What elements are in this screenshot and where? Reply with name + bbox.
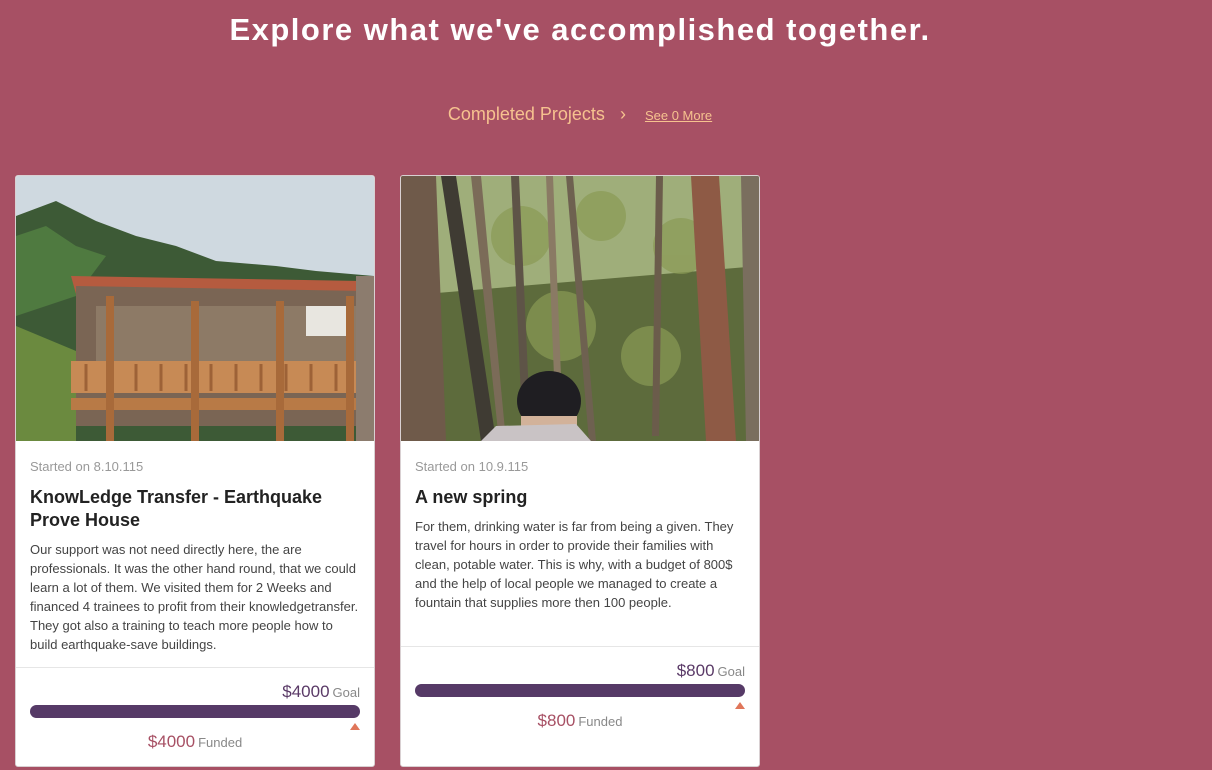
project-description: Our support was not need directly here, … [30,542,359,652]
chevron-right-icon: › [619,104,626,124]
funded-label: Funded [578,714,623,729]
progress-marker-icon [350,723,360,730]
funded-line: $4000 Funded [30,732,360,752]
progress-bar [415,684,745,709]
goal-label: Goal [332,685,360,700]
project-image-forest [401,176,759,441]
funded-amount: $4000 [147,732,196,751]
project-description: For them, drinking water is far from bei… [415,519,734,610]
progress-fill [415,684,745,697]
progress-marker-icon [735,702,745,709]
funded-amount: $800 [537,711,576,730]
funded-label: Funded [198,735,243,750]
funding-section: $800 Goal $800 Funded [401,646,759,747]
section-label: Completed Projects [447,104,605,124]
project-card[interactable]: Started on 10.9.115 A new spring For the… [400,175,760,767]
card-body: Started on 10.9.115 A new spring For the… [401,441,759,646]
goal-amount: $4000 [282,682,330,701]
start-date: Started on 8.10.115 [30,459,144,474]
page-title: Explore what we've accomplished together… [229,12,931,47]
project-card[interactable]: Started on 8.10.115 KnowLedge Transfer -… [15,175,375,767]
goal-label: Goal [717,664,745,679]
project-image-house [16,176,374,441]
progress-bar [30,705,360,730]
goal-amount: $800 [676,661,715,680]
progress-fill [30,705,360,718]
see-more-link[interactable]: See 0 More [645,108,712,123]
page: Explore what we've accomplished together… [0,0,1212,770]
goal-line: $4000 Goal [30,668,360,703]
start-date: Started on 10.9.115 [415,459,529,474]
funding-section: $4000 Goal $4000 Funded [16,667,374,766]
section-header: Completed Projects › See 0 More [0,104,1160,125]
project-title[interactable]: KnowLedge Transfer - Earthquake Prove Ho… [30,486,360,532]
project-title[interactable]: A new spring [415,486,745,509]
goal-line: $800 Goal [415,647,745,682]
funded-line: $800 Funded [415,711,745,731]
card-body: Started on 8.10.115 KnowLedge Transfer -… [16,441,374,667]
